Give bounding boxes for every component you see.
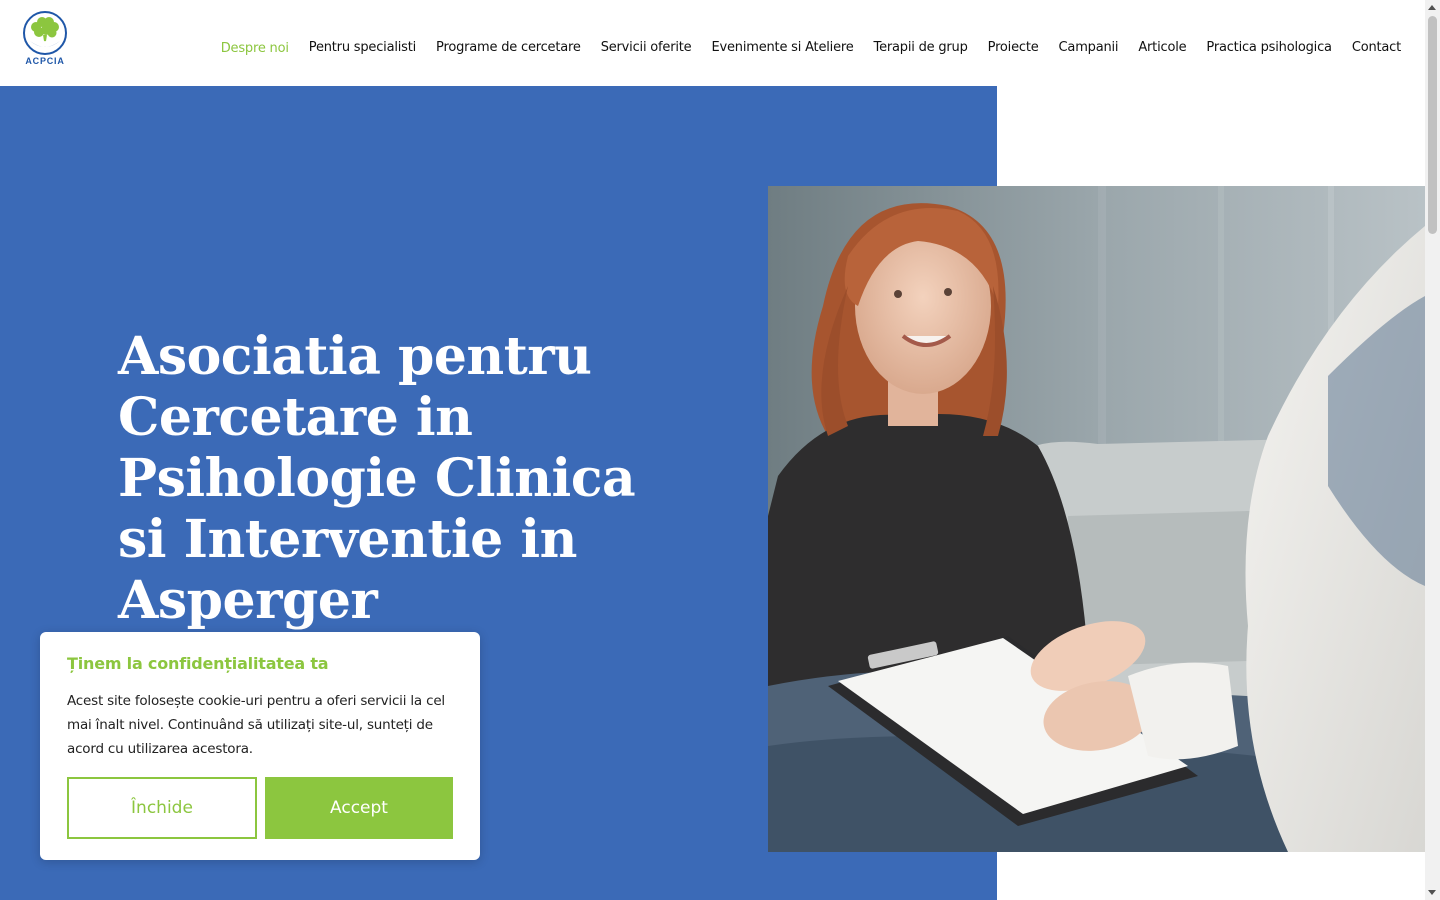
nav-item-servicii-oferite[interactable]: Servicii oferite	[601, 40, 692, 55]
nav-item-campanii[interactable]: Campanii	[1059, 40, 1119, 55]
site-logo[interactable]: ACPCIA	[20, 11, 70, 69]
nav-item-practica-psihologica[interactable]: Practica psihologica	[1206, 40, 1332, 55]
page-scrollbar[interactable]	[1425, 0, 1440, 900]
nav-item-proiecte[interactable]: Proiecte	[988, 40, 1039, 55]
cookie-text: Acest site folosește cookie-uri pentru a…	[67, 693, 445, 757]
main-nav: Despre noi Pentru specialisti Programe d…	[221, 38, 1401, 57]
cookie-accept-button[interactable]: Accept	[265, 777, 453, 839]
nav-item-terapii-de-grup[interactable]: Terapii de grup	[874, 40, 968, 55]
scroll-down-arrow-icon[interactable]	[1428, 890, 1436, 895]
hero-title: Asociatia pentru Cercetare in Psihologie…	[118, 326, 636, 631]
cookie-title: Ținem la confidențialitatea ta	[67, 654, 329, 673]
cookie-consent-dialog: Ținem la confidențialitatea ta Acest sit…	[40, 632, 480, 860]
nav-item-despre-noi[interactable]: Despre noi	[221, 41, 289, 56]
nav-item-pentru-specialisti[interactable]: Pentru specialisti	[309, 40, 416, 55]
hero-photo	[768, 186, 1425, 852]
nav-item-articole[interactable]: Articole	[1138, 40, 1186, 55]
logo-text: ACPCIA	[25, 56, 65, 66]
site-header: ACPCIA Despre noi Pentru specialisti Pro…	[0, 0, 1425, 86]
nav-item-contact[interactable]: Contact	[1352, 40, 1401, 55]
nav-item-programe-de-cercetare[interactable]: Programe de cercetare	[436, 40, 581, 55]
scroll-thumb[interactable]	[1428, 16, 1437, 234]
scroll-up-arrow-icon[interactable]	[1428, 5, 1436, 10]
cookie-close-button[interactable]: Închide	[67, 777, 257, 839]
therapy-session-photo-icon	[768, 186, 1425, 852]
nav-item-evenimente-si-ateliere[interactable]: Evenimente si Ateliere	[711, 40, 853, 55]
brain-logo-icon	[23, 11, 67, 55]
